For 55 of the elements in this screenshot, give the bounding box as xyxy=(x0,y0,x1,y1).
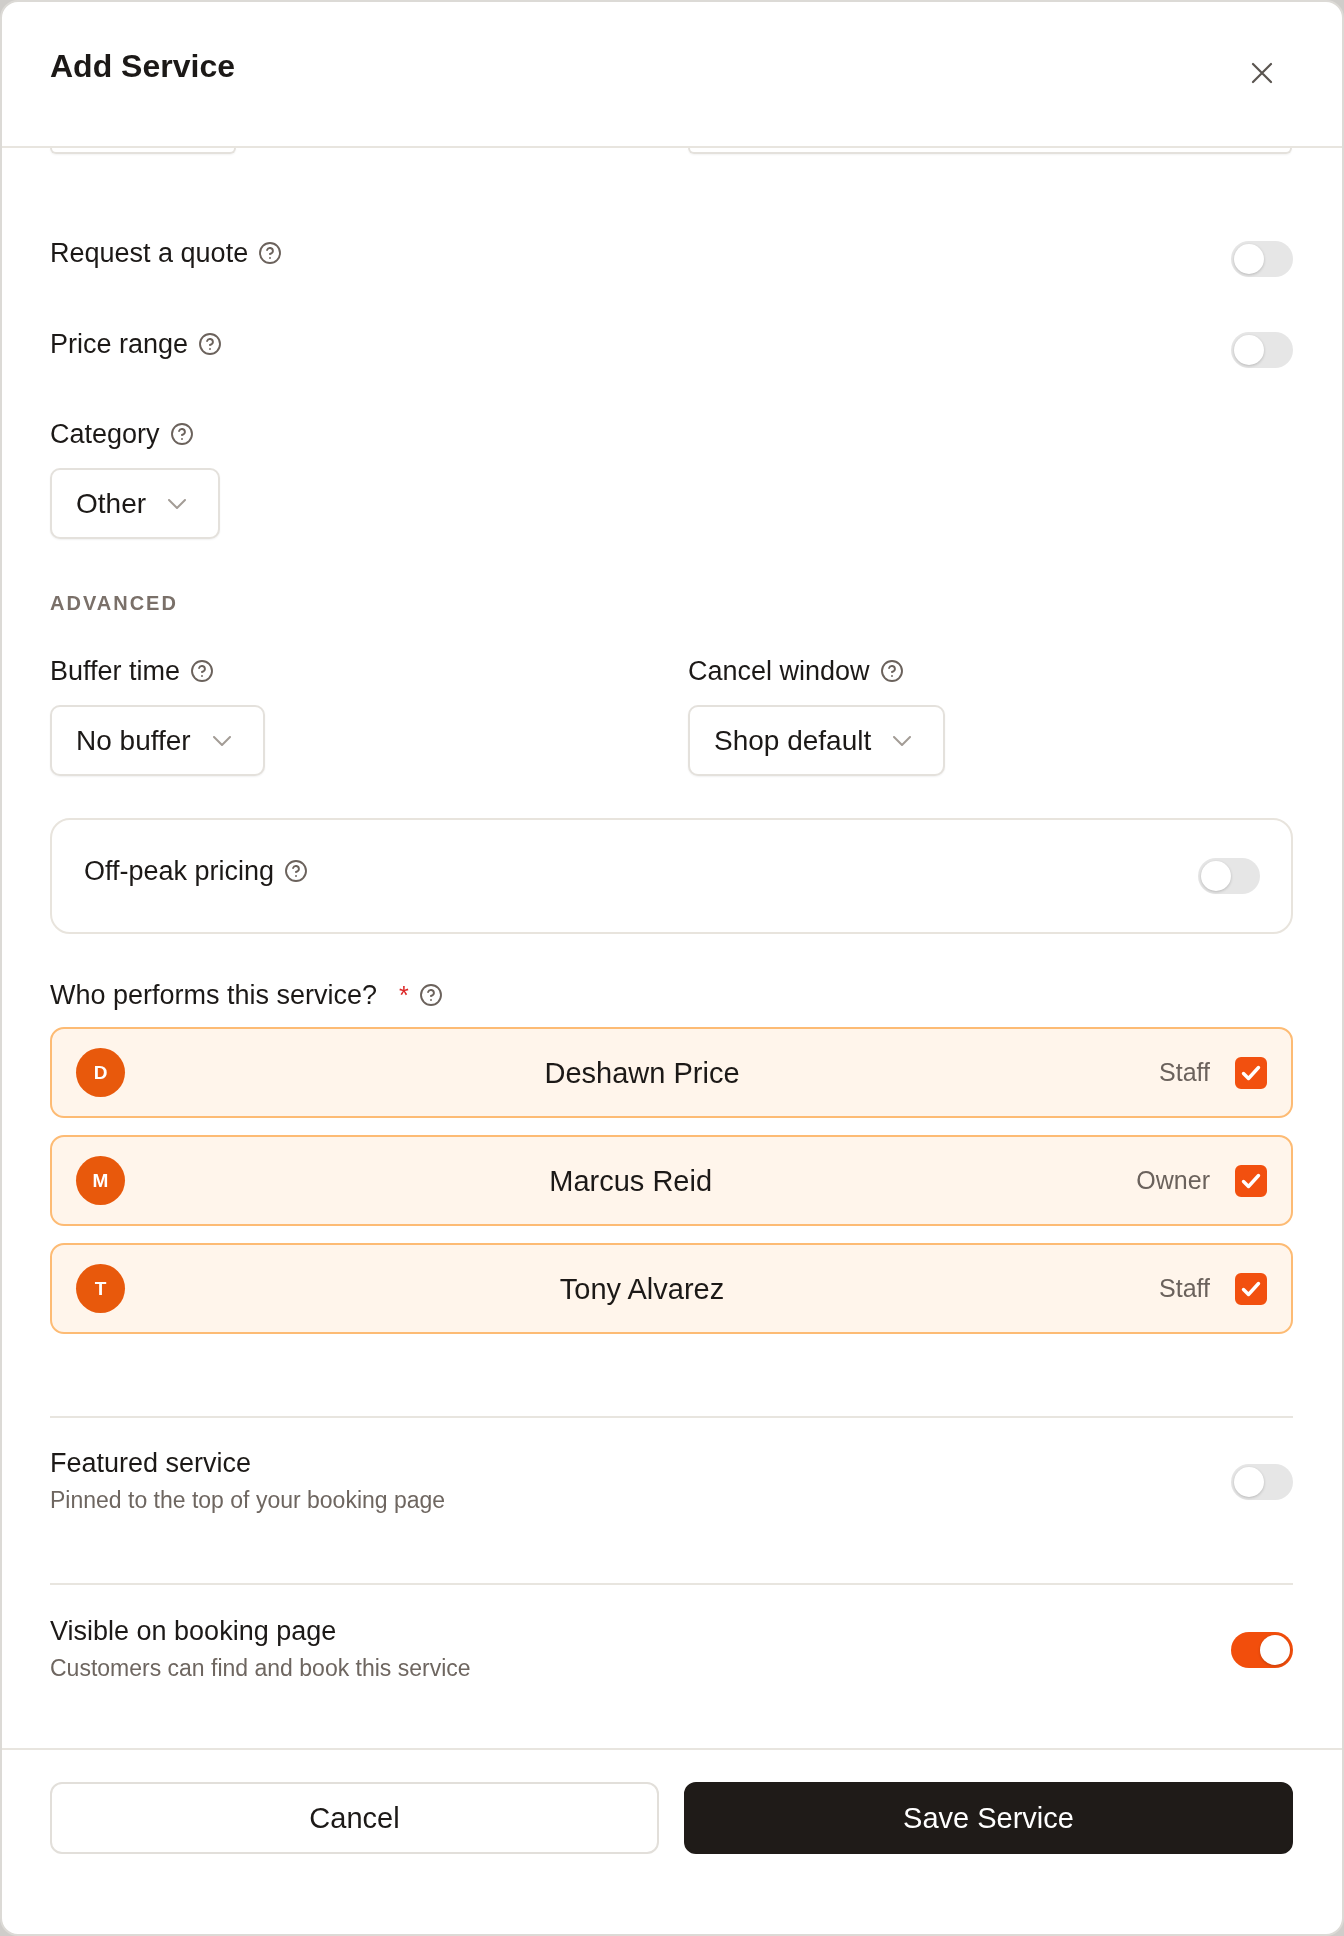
help-icon[interactable] xyxy=(170,423,193,445)
staff-row[interactable]: M Marcus Reid Owner xyxy=(50,1135,1293,1226)
field-label: Who performs this service? xyxy=(50,979,378,1012)
dropdown-select[interactable]: Shop default xyxy=(688,705,946,776)
toggle-switch[interactable] xyxy=(1231,241,1293,277)
save-button[interactable]: Save Service xyxy=(684,1782,1293,1854)
help-icon[interactable] xyxy=(191,660,214,682)
field-label: Buffer time xyxy=(50,655,181,688)
dropdown-select[interactable]: No buffer xyxy=(50,705,265,776)
staff-row[interactable]: T Tony Alvarez Staff xyxy=(50,1243,1293,1334)
toggle-switch[interactable] xyxy=(1231,1464,1293,1500)
help-icon[interactable] xyxy=(199,333,222,355)
avatar: D xyxy=(76,1048,125,1097)
staff-role: Owner xyxy=(1136,1166,1210,1195)
dropdown-select[interactable]: Other xyxy=(50,468,221,539)
field-label: Price range xyxy=(50,328,189,361)
avatar: M xyxy=(76,1156,125,1205)
checkmark-icon xyxy=(1241,1064,1261,1081)
chevron-down-icon xyxy=(893,735,912,746)
required-mark: * xyxy=(399,980,409,1011)
section-heading: ADVANCED xyxy=(50,591,178,616)
dialog-title: Add Service xyxy=(50,47,235,86)
checkbox[interactable] xyxy=(1235,1164,1267,1197)
checkmark-icon xyxy=(1241,1280,1261,1297)
toggle-switch[interactable] xyxy=(1231,1632,1293,1668)
chevron-down-icon xyxy=(168,498,187,509)
help-icon[interactable] xyxy=(419,984,442,1006)
help-icon[interactable] xyxy=(880,660,903,682)
staff-name: Marcus Reid xyxy=(549,1164,713,1197)
staff-name: Deshawn Price xyxy=(544,1056,740,1089)
toggle-switch[interactable] xyxy=(1198,858,1260,894)
staff-role: Staff xyxy=(1159,1058,1210,1087)
checkbox[interactable] xyxy=(1235,1056,1267,1089)
setting-title: Visible on booking page xyxy=(50,1615,337,1648)
help-icon[interactable] xyxy=(285,860,308,882)
field-label: Cancel window xyxy=(688,655,870,688)
toggle-switch[interactable] xyxy=(1231,332,1293,368)
staff-role: Staff xyxy=(1159,1274,1210,1303)
input-field[interactable] xyxy=(50,148,236,154)
input-field[interactable] xyxy=(688,148,1292,154)
field-label: Category xyxy=(50,418,160,451)
field-label: Request a quote xyxy=(50,237,249,270)
chevron-down-icon xyxy=(212,735,231,746)
setting-description: Pinned to the top of your booking page xyxy=(50,1486,446,1515)
help-icon[interactable] xyxy=(259,242,282,264)
close-icon[interactable] xyxy=(1251,62,1273,84)
staff-name: Tony Alvarez xyxy=(559,1272,725,1305)
checkbox[interactable] xyxy=(1235,1272,1267,1305)
setting-description: Customers can find and book this service xyxy=(50,1654,471,1683)
field-label: Off-peak pricing xyxy=(84,855,275,888)
staff-row[interactable]: D Deshawn Price Staff xyxy=(50,1027,1293,1118)
avatar: T xyxy=(76,1264,125,1313)
setting-title: Featured service xyxy=(50,1447,252,1480)
cancel-button[interactable]: Cancel xyxy=(50,1782,659,1854)
checkmark-icon xyxy=(1241,1172,1261,1189)
